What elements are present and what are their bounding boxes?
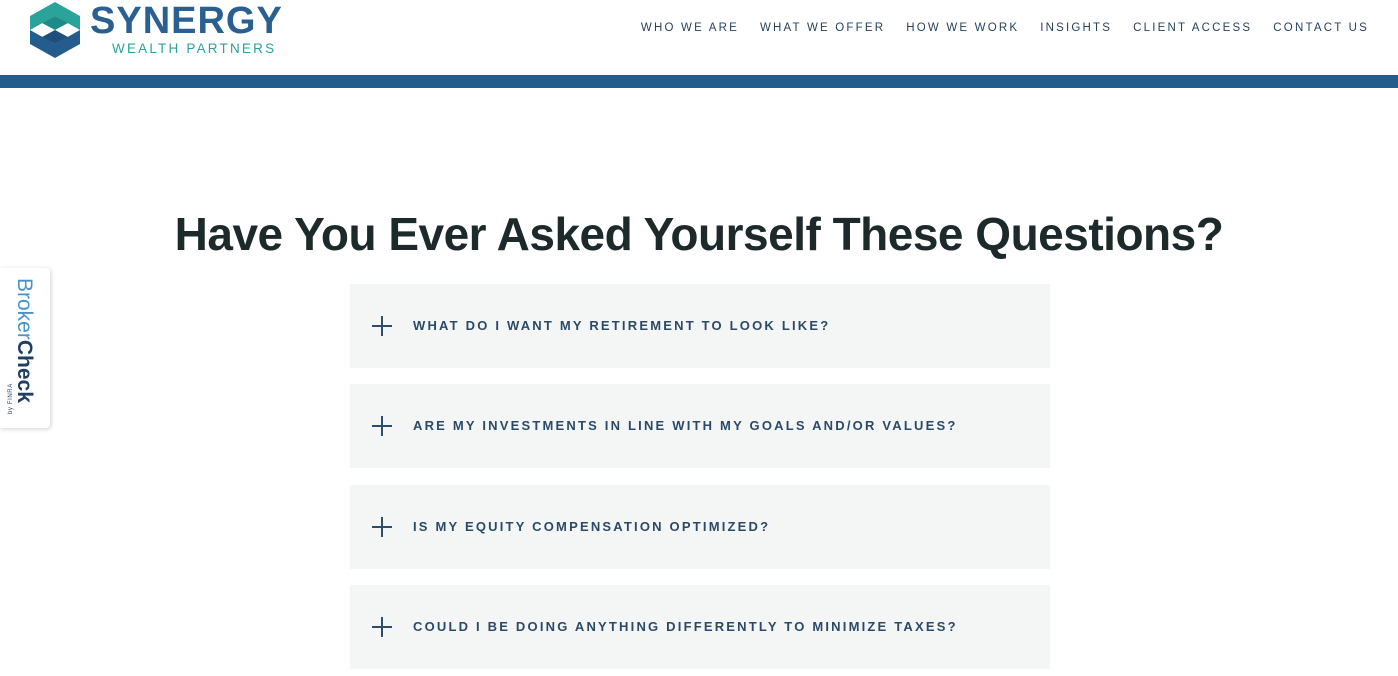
nav-client-access[interactable]: CLIENT ACCESS [1133,21,1252,35]
brokercheck-finra-text: by FINRA [8,383,14,414]
plus-icon [372,416,392,436]
site-header: SYNERGY WEALTH PARTNERS WHO WE ARE WHAT … [0,0,1398,75]
faq-question: WHAT DO I WANT MY RETIREMENT TO LOOK LIK… [413,318,831,333]
main-nav: WHO WE ARE WHAT WE OFFER HOW WE WORK INS… [641,21,1369,35]
synergy-logo-icon [30,2,80,58]
faq-item[interactable]: WHAT DO I WANT MY RETIREMENT TO LOOK LIK… [350,284,1050,368]
brokercheck-badge[interactable]: BrokerCheck by FINRA [0,268,50,428]
brokercheck-broker-text: Broker [13,278,36,340]
faq-question: COULD I BE DOING ANYTHING DIFFERENTLY TO… [413,619,958,634]
faq-item[interactable]: COULD I BE DOING ANYTHING DIFFERENTLY TO… [350,585,1050,669]
nav-what-we-offer[interactable]: WHAT WE OFFER [760,21,885,35]
page-heading: Have You Ever Asked Yourself These Quest… [174,208,1224,260]
brokercheck-logo: BrokerCheck [12,278,36,403]
plus-icon [372,316,392,336]
faq-item[interactable]: IS MY EQUITY COMPENSATION OPTIMIZED? [350,485,1050,569]
nav-who-we-are[interactable]: WHO WE ARE [641,21,739,35]
faq-question: IS MY EQUITY COMPENSATION OPTIMIZED? [413,519,771,534]
faq-item[interactable]: ARE MY INVESTMENTS IN LINE WITH MY GOALS… [350,384,1050,468]
brokercheck-check-text: Check [13,339,36,403]
faq-question: ARE MY INVESTMENTS IN LINE WITH MY GOALS… [413,418,958,433]
brand-tagline: WEALTH PARTNERS [112,41,277,56]
header-divider-bar [0,75,1398,88]
plus-icon [372,517,392,537]
nav-contact-us[interactable]: CONTACT US [1273,21,1369,35]
plus-icon [372,617,392,637]
nav-insights[interactable]: INSIGHTS [1040,21,1112,35]
nav-how-we-work[interactable]: HOW WE WORK [906,21,1019,35]
site-logo[interactable]: SYNERGY WEALTH PARTNERS [28,0,298,62]
brand-name: SYNERGY [90,0,283,42]
